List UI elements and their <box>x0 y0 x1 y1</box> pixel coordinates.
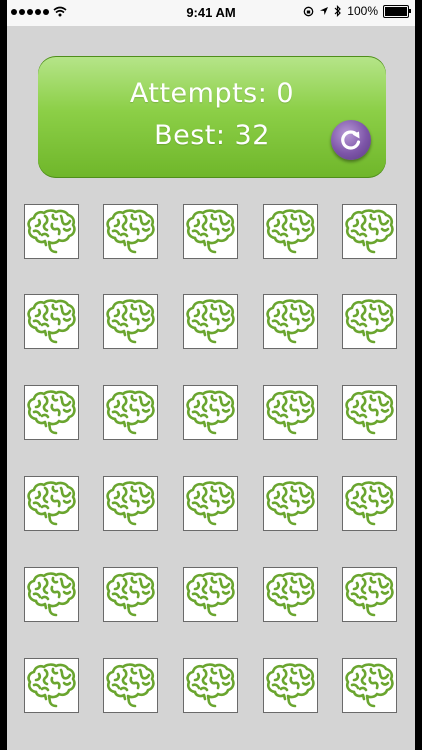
brain-icon <box>27 209 76 254</box>
memory-card[interactable] <box>24 476 79 531</box>
game-screen: 9:41 AM 100% Attempts: 0 Best: 32 <box>7 0 415 750</box>
brain-icon <box>106 663 155 708</box>
location-icon <box>320 7 329 15</box>
brain-icon <box>345 209 394 254</box>
brain-icon <box>345 572 394 617</box>
brain-icon <box>186 209 235 254</box>
score-panel: Attempts: 0 Best: 32 <box>38 56 386 178</box>
brain-icon <box>27 299 76 344</box>
battery-percent: 100% <box>347 4 378 18</box>
reset-button[interactable] <box>331 120 371 160</box>
memory-card[interactable] <box>263 476 318 531</box>
memory-card[interactable] <box>183 658 238 713</box>
memory-card[interactable] <box>103 204 158 259</box>
memory-card[interactable] <box>342 385 397 440</box>
memory-card[interactable] <box>24 658 79 713</box>
memory-card[interactable] <box>342 294 397 349</box>
brain-icon <box>106 299 155 344</box>
memory-card[interactable] <box>24 204 79 259</box>
bluetooth-icon <box>334 5 342 17</box>
memory-card[interactable] <box>103 294 158 349</box>
memory-card[interactable] <box>103 385 158 440</box>
brain-icon <box>27 390 76 435</box>
brain-icon <box>27 481 76 526</box>
brain-icon <box>266 209 315 254</box>
brain-icon <box>266 663 315 708</box>
brain-icon <box>106 390 155 435</box>
memory-card[interactable] <box>183 567 238 622</box>
brain-icon <box>345 481 394 526</box>
brain-icon <box>27 572 76 617</box>
memory-card[interactable] <box>183 294 238 349</box>
memory-card[interactable] <box>263 204 318 259</box>
memory-card[interactable] <box>263 567 318 622</box>
refresh-icon <box>341 130 361 150</box>
memory-card[interactable] <box>24 294 79 349</box>
brain-icon <box>345 390 394 435</box>
brain-icon <box>266 299 315 344</box>
brain-icon <box>345 663 394 708</box>
memory-card[interactable] <box>263 385 318 440</box>
memory-card[interactable] <box>103 658 158 713</box>
memory-card[interactable] <box>342 567 397 622</box>
memory-card[interactable] <box>103 476 158 531</box>
brain-icon <box>186 572 235 617</box>
brain-icon <box>266 390 315 435</box>
brain-icon <box>266 572 315 617</box>
brain-icon <box>27 663 76 708</box>
memory-card[interactable] <box>342 658 397 713</box>
memory-card[interactable] <box>183 385 238 440</box>
memory-card[interactable] <box>183 476 238 531</box>
lock-rotation-icon <box>303 6 314 16</box>
status-bar: 9:41 AM 100% <box>7 0 415 26</box>
brain-icon <box>266 481 315 526</box>
memory-card[interactable] <box>342 476 397 531</box>
battery-icon <box>383 4 411 18</box>
brain-icon <box>106 209 155 254</box>
brain-icon <box>186 663 235 708</box>
brain-icon <box>186 481 235 526</box>
memory-card[interactable] <box>263 658 318 713</box>
attempts-label: Attempts: 0 <box>129 78 295 109</box>
brain-icon <box>186 299 235 344</box>
memory-card[interactable] <box>24 385 79 440</box>
memory-card[interactable] <box>103 567 158 622</box>
brain-icon <box>106 572 155 617</box>
memory-card[interactable] <box>183 204 238 259</box>
status-right: 100% <box>303 4 411 18</box>
brain-icon <box>186 390 235 435</box>
memory-card[interactable] <box>263 294 318 349</box>
memory-card[interactable] <box>24 567 79 622</box>
brain-icon <box>345 299 394 344</box>
brain-icon <box>106 481 155 526</box>
memory-card[interactable] <box>342 204 397 259</box>
